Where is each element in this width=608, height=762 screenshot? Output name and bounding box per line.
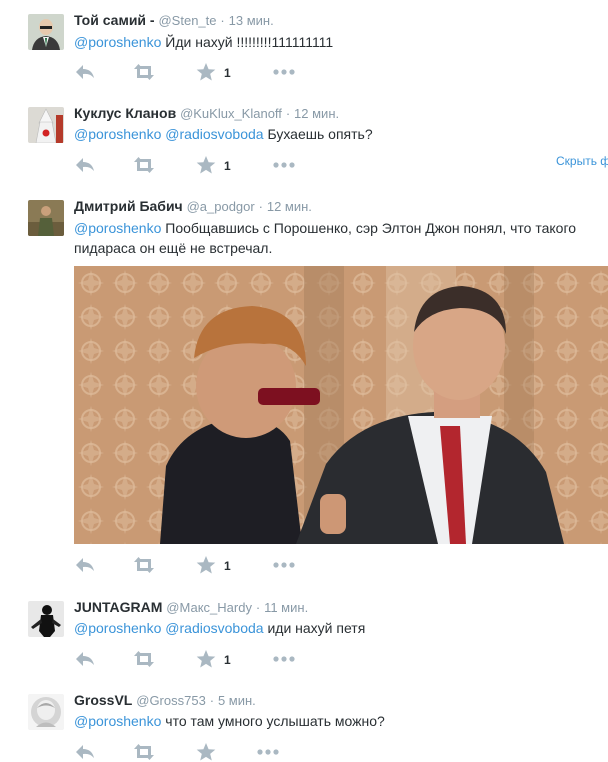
retweet-icon[interactable] bbox=[132, 742, 156, 762]
mention-link[interactable]: @poroshenko bbox=[74, 34, 161, 50]
tweet-5[interactable]: GrossVL @Gross753 · 5 мин. @poroshenko ч… bbox=[0, 680, 608, 762]
tweet-photo[interactable] bbox=[74, 266, 608, 544]
tweet-body: что там умного услышать можно? bbox=[165, 713, 385, 729]
retweet-icon[interactable] bbox=[132, 649, 156, 669]
display-name[interactable]: Той самий - bbox=[74, 12, 155, 28]
tweet-3[interactable]: Дмитрий Бабич @a_podgor · 12 мин. @poros… bbox=[0, 186, 608, 588]
separator: · bbox=[220, 13, 225, 28]
mention-link[interactable]: @poroshenko bbox=[74, 220, 161, 236]
username[interactable]: @Макс_Hardy bbox=[166, 600, 252, 615]
username[interactable]: @Sten_te bbox=[158, 13, 216, 28]
timestamp[interactable]: 12 мин. bbox=[267, 199, 312, 214]
favorite-count: 1 bbox=[224, 559, 231, 573]
display-name[interactable]: Куклус Кланов bbox=[74, 105, 176, 121]
hide-flag-link[interactable]: Скрыть ф bbox=[556, 154, 608, 168]
tweet-text: @poroshenko Йди нахуй !!!!!!!!!111111111 bbox=[74, 32, 604, 52]
reply-icon[interactable] bbox=[74, 62, 96, 82]
timestamp[interactable]: 5 мин. bbox=[218, 693, 256, 708]
favorite-icon[interactable] bbox=[196, 62, 216, 82]
tweet-actions: 1 bbox=[74, 155, 374, 175]
separator: · bbox=[255, 600, 261, 615]
reply-icon[interactable] bbox=[74, 155, 96, 175]
mention-link[interactable]: @radiosvoboda bbox=[165, 620, 263, 636]
favorite-count: 1 bbox=[224, 653, 231, 667]
retweet-icon[interactable] bbox=[132, 155, 156, 175]
tweet-header: Той самий - @Sten_te · 13 мин. bbox=[74, 12, 274, 28]
tweet-actions: 1 bbox=[74, 62, 374, 82]
tweet-header: JUNTAGRAM @Макс_Hardy · 11 мин. bbox=[74, 599, 308, 615]
mention-link[interactable]: @poroshenko bbox=[74, 620, 161, 636]
tweet-body: Йди нахуй !!!!!!!!!111111111 bbox=[165, 34, 334, 50]
more-icon[interactable] bbox=[256, 742, 280, 762]
reply-icon[interactable] bbox=[74, 742, 96, 762]
username[interactable]: @a_podgor bbox=[187, 199, 255, 214]
avatar[interactable] bbox=[28, 694, 64, 730]
more-icon[interactable] bbox=[272, 555, 296, 575]
tweet-header: Куклус Кланов @KuKlux_Klanoff · 12 мин. bbox=[74, 105, 339, 121]
tweet-body: иди нахуй петя bbox=[267, 620, 366, 636]
favorite-icon[interactable] bbox=[196, 742, 216, 762]
tweet-text: @poroshenko что там умного услышать можн… bbox=[74, 711, 604, 731]
avatar[interactable] bbox=[28, 200, 64, 236]
favorite-count: 1 bbox=[224, 159, 231, 173]
more-icon[interactable] bbox=[272, 62, 296, 82]
avatar[interactable] bbox=[28, 601, 64, 637]
display-name[interactable]: GrossVL bbox=[74, 692, 132, 708]
separator: · bbox=[285, 106, 291, 121]
tweet-header: Дмитрий Бабич @a_podgor · 12 мин. bbox=[74, 198, 312, 214]
separator: · bbox=[209, 693, 215, 708]
more-icon[interactable] bbox=[272, 649, 296, 669]
timestamp[interactable]: 12 мин. bbox=[294, 106, 339, 121]
tweet-actions bbox=[74, 742, 374, 762]
display-name[interactable]: JUNTAGRAM bbox=[74, 599, 162, 615]
tweet-2[interactable]: Куклус Кланов @KuKlux_Klanoff · 12 мин. … bbox=[0, 93, 608, 187]
reply-icon[interactable] bbox=[74, 555, 96, 575]
tweet-body: Бухаешь опять? bbox=[267, 126, 373, 142]
tweet-text: @poroshenko @radiosvoboda Бухаешь опять? bbox=[74, 124, 604, 144]
timestamp[interactable]: 11 мин. bbox=[264, 600, 308, 615]
mention-link[interactable]: @radiosvoboda bbox=[165, 126, 263, 142]
tweet-actions: 1 bbox=[74, 555, 374, 575]
reply-icon[interactable] bbox=[74, 649, 96, 669]
retweet-icon[interactable] bbox=[132, 62, 156, 82]
avatar[interactable] bbox=[28, 14, 64, 50]
separator: · bbox=[258, 199, 263, 214]
timestamp[interactable]: 13 мин. bbox=[229, 13, 274, 28]
favorite-icon[interactable] bbox=[196, 155, 216, 175]
favorite-icon[interactable] bbox=[196, 649, 216, 669]
username[interactable]: @KuKlux_Klanoff bbox=[180, 106, 282, 121]
retweet-icon[interactable] bbox=[132, 555, 156, 575]
tweet-text: @poroshenko @radiosvoboda иди нахуй петя bbox=[74, 618, 604, 638]
tweet-header: GrossVL @Gross753 · 5 мин. bbox=[74, 692, 256, 708]
display-name[interactable]: Дмитрий Бабич bbox=[74, 198, 183, 214]
favorite-icon[interactable] bbox=[196, 555, 216, 575]
favorite-count: 1 bbox=[224, 66, 231, 80]
avatar[interactable] bbox=[28, 107, 64, 143]
more-icon[interactable] bbox=[272, 155, 296, 175]
tweet-text: @poroshenko Пообщавшись с Порошенко, сэр… bbox=[74, 218, 604, 258]
mention-link[interactable]: @poroshenko bbox=[74, 713, 161, 729]
username[interactable]: @Gross753 bbox=[136, 693, 206, 708]
tweet-actions: 1 bbox=[74, 649, 374, 669]
tweet-4[interactable]: JUNTAGRAM @Макс_Hardy · 11 мин. @poroshe… bbox=[0, 587, 608, 681]
mention-link[interactable]: @poroshenko bbox=[74, 126, 161, 142]
tweet-1[interactable]: Той самий - @Sten_te · 13 мин. @poroshen… bbox=[0, 0, 608, 94]
